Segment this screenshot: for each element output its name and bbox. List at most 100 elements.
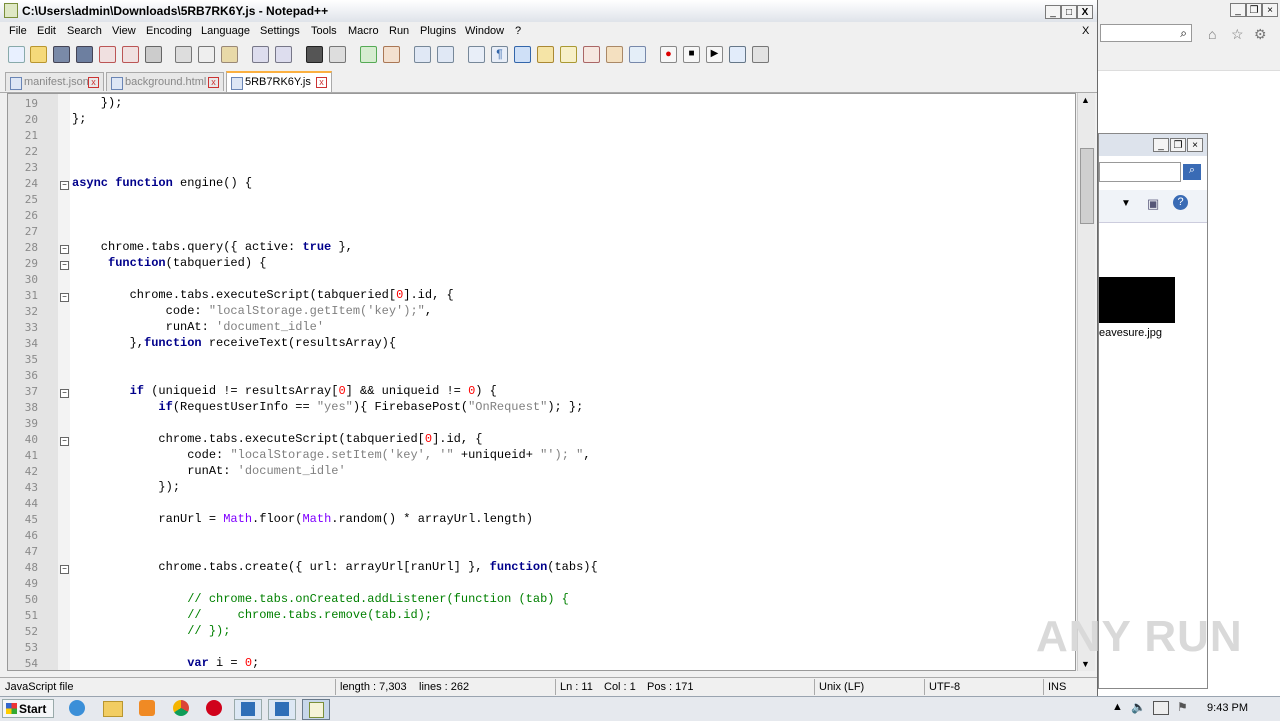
search-icon[interactable]: ⌕ [1183, 164, 1201, 180]
redo-icon[interactable] [275, 46, 292, 63]
explorer-search-box[interactable] [1099, 162, 1181, 182]
file-explorer-icon[interactable] [100, 699, 126, 718]
monitoring-icon[interactable] [629, 46, 646, 63]
browser-close-button[interactable]: × [1262, 3, 1278, 17]
code-line[interactable]: chrome.tabs.executeScript(tabqueried[0].… [72, 288, 454, 302]
save-macro-icon[interactable] [752, 46, 769, 63]
favorites-star-icon[interactable]: ☆ [1231, 26, 1244, 43]
code-line[interactable]: runAt: 'document_idle' [72, 320, 324, 334]
media-player-icon[interactable] [134, 699, 160, 718]
help-icon[interactable]: ? [1173, 195, 1188, 210]
menu-edit[interactable]: Edit [37, 25, 56, 37]
code-line[interactable]: code: "localStorage.setItem('key', '" +u… [72, 448, 590, 462]
opera-icon[interactable] [201, 699, 227, 718]
find-icon[interactable] [306, 46, 323, 63]
record-macro-icon[interactable]: ● [660, 46, 677, 63]
user-language-icon[interactable] [537, 46, 554, 63]
zoom-out-icon[interactable] [383, 46, 400, 63]
fold-toggle-icon[interactable]: − [60, 389, 69, 398]
code-line[interactable]: if(RequestUserInfo == "yes"){ FirebasePo… [72, 400, 583, 414]
code-line[interactable]: // chrome.tabs.onCreated.addListener(fun… [72, 592, 569, 606]
code-line[interactable]: chrome.tabs.executeScript(tabqueried[0].… [72, 432, 482, 446]
internet-explorer-icon[interactable] [64, 699, 90, 718]
indent-guide-icon[interactable] [514, 46, 531, 63]
code-line[interactable]: code: "localStorage.getItem('key');", [72, 304, 432, 318]
copy-icon[interactable] [198, 46, 215, 63]
zoom-in-icon[interactable] [360, 46, 377, 63]
tab-close-icon[interactable]: x [88, 77, 99, 88]
system-clock[interactable]: 9:43 PM [1207, 702, 1248, 714]
word-wrap-icon[interactable] [468, 46, 485, 63]
new-file-icon[interactable] [8, 46, 25, 63]
start-button[interactable]: Start [2, 699, 54, 718]
menu-window[interactable]: Window [465, 25, 504, 37]
menu-run[interactable]: Run [389, 25, 409, 37]
menu-encoding[interactable]: Encoding [146, 25, 192, 37]
document-map-icon[interactable] [560, 46, 577, 63]
menu-language[interactable]: Language [201, 25, 250, 37]
save-icon[interactable] [53, 46, 70, 63]
explorer-restore-button[interactable]: ❐ [1170, 138, 1186, 152]
browser-restore-button[interactable]: ❐ [1246, 3, 1262, 17]
fold-toggle-icon[interactable]: − [60, 245, 69, 254]
code-line[interactable]: }); [72, 96, 123, 110]
gear-icon[interactable]: ⚙ [1254, 26, 1267, 43]
stop-macro-icon[interactable]: ■ [683, 46, 700, 63]
code-line[interactable]: ranUrl = Math.floor(Math.random() * arra… [72, 512, 533, 526]
vertical-scrollbar[interactable]: ▲ ▼ [1077, 93, 1095, 671]
close-file-icon[interactable] [99, 46, 116, 63]
print-icon[interactable] [145, 46, 162, 63]
code-line[interactable]: }; [72, 112, 86, 126]
sync-horizontal-icon[interactable] [437, 46, 454, 63]
code-line[interactable]: chrome.tabs.query({ active: true }, [72, 240, 353, 254]
code-line[interactable]: },function receiveText(resultsArray){ [72, 336, 396, 350]
image-thumbnail[interactable] [1099, 277, 1175, 323]
close-all-icon[interactable] [122, 46, 139, 63]
menu-view[interactable]: View [112, 25, 136, 37]
folder-workspace-icon[interactable] [606, 46, 623, 63]
tab-close-icon[interactable]: x [316, 77, 327, 88]
close-button[interactable]: X [1077, 5, 1093, 19]
volume-icon[interactable]: 🔈 [1131, 700, 1146, 714]
menu-file[interactable]: File [9, 25, 27, 37]
menu-close-document[interactable]: X [1082, 25, 1089, 37]
action-center-flag-icon[interactable]: ⚑ [1177, 700, 1188, 714]
cut-icon[interactable] [175, 46, 192, 63]
run-macro-multiple-icon[interactable] [729, 46, 746, 63]
tab-close-icon[interactable]: x [208, 77, 219, 88]
code-line[interactable]: var i = 0; [72, 656, 259, 670]
minimize-button[interactable]: _ [1045, 5, 1061, 19]
menu-plugins[interactable]: Plugins [420, 25, 456, 37]
save-all-icon[interactable] [76, 46, 93, 63]
code-editor[interactable]: 19 }); 20}; 21 22 23 24− async function engine… [7, 93, 1076, 671]
tab-background-html[interactable]: background.html x [106, 72, 224, 91]
show-hidden-icons-icon[interactable]: ▲ [1112, 701, 1123, 713]
code-line[interactable]: // chrome.tabs.remove(tab.id); [72, 608, 432, 622]
taskbar-app-button[interactable] [268, 699, 296, 720]
function-list-icon[interactable] [583, 46, 600, 63]
replace-icon[interactable] [329, 46, 346, 63]
tab-manifest-json[interactable]: manifest.json x [5, 72, 104, 91]
code-line[interactable]: async function engine() { [72, 176, 252, 190]
tab-5rb7rk6y-js[interactable]: 5RB7RK6Y.js x [226, 71, 332, 92]
fold-toggle-icon[interactable]: − [60, 565, 69, 574]
chevron-down-icon[interactable]: ▼ [1121, 198, 1131, 209]
menu-settings[interactable]: Settings [260, 25, 300, 37]
code-line[interactable]: function(tabqueried) { [72, 256, 266, 270]
browser-minimize-button[interactable]: _ [1230, 3, 1246, 17]
home-icon[interactable]: ⌂ [1208, 26, 1216, 42]
code-line[interactable]: chrome.tabs.create({ url: arrayUrl[ranUr… [72, 560, 597, 574]
taskbar-app-button[interactable] [234, 699, 262, 720]
scrollbar-thumb[interactable] [1080, 148, 1094, 224]
taskbar-notepadpp-button[interactable] [302, 699, 330, 720]
scroll-up-arrow-icon[interactable]: ▲ [1081, 95, 1090, 105]
code-line[interactable]: }); [72, 480, 180, 494]
show-all-characters-icon[interactable]: ¶ [491, 46, 508, 63]
fold-toggle-icon[interactable]: − [60, 181, 69, 190]
menu-help[interactable]: ? [515, 25, 521, 37]
code-line[interactable]: // }); [72, 624, 230, 638]
code-line[interactable]: runAt: 'document_idle' [72, 464, 345, 478]
undo-icon[interactable] [252, 46, 269, 63]
play-macro-icon[interactable]: ▶ [706, 46, 723, 63]
network-icon[interactable] [1153, 701, 1169, 715]
